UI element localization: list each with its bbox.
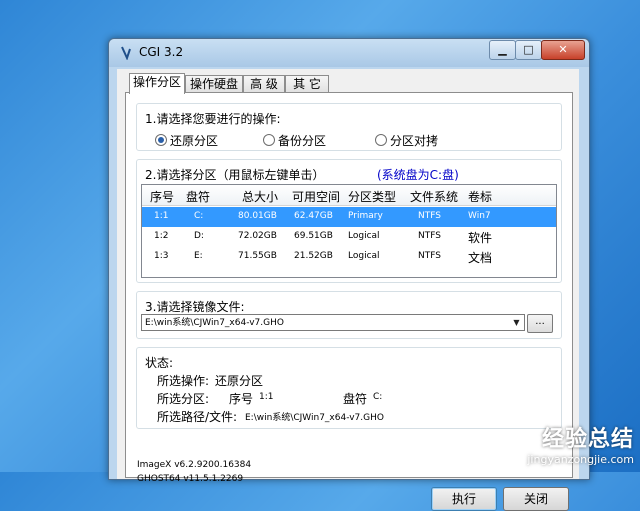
- maximize-button[interactable]: □: [515, 40, 542, 60]
- col-type[interactable]: 分区类型: [348, 188, 396, 205]
- table-row[interactable]: 1:3 E: 71.55GB 21.52GB Logical NTFS 文档: [142, 247, 556, 267]
- cell-fs: NTFS: [418, 251, 441, 261]
- tab-panel: 1.请选择您要进行的操作: 还原分区 备份分区 分区对拷 2.请选择分区（用鼠标…: [125, 92, 573, 478]
- tab-other[interactable]: 其 它: [285, 75, 329, 93]
- cell-label: Win7: [468, 211, 491, 221]
- cell-total: 71.55GB: [238, 251, 277, 261]
- cell-free: 69.51GB: [294, 231, 333, 241]
- list-header: 序号 盘符 总大小 可用空间 分区类型 文件系统 卷标: [142, 185, 556, 206]
- status-group: 状态: 所选操作: 还原分区 所选分区: 序号 1:1 盘符 C: 所选路径/文…: [136, 347, 562, 429]
- title-bar[interactable]: CGI 3.2 ▁ □ ✕: [109, 39, 589, 67]
- cell-index: 1:2: [154, 231, 169, 241]
- col-total[interactable]: 总大小: [242, 188, 278, 205]
- cell-total: 80.01GB: [238, 211, 277, 221]
- cell-drive: D:: [194, 231, 204, 241]
- tab-partition-ops[interactable]: 操作分区: [129, 73, 185, 94]
- status-path-label: 所选路径/文件:: [157, 410, 238, 424]
- client-area: 操作分区 操作硬盘 高 级 其 它 1.请选择您要进行的操作: 还原分区 备份分…: [117, 69, 579, 511]
- browse-button[interactable]: ...: [527, 314, 553, 333]
- image-label: 3.请选择镜像文件:: [145, 300, 245, 314]
- col-index[interactable]: 序号: [150, 188, 174, 205]
- image-path-value: E:\win系统\CJWin7_x64-v7.GHO: [145, 318, 284, 328]
- maximize-icon: □: [523, 43, 534, 56]
- window-title: CGI 3.2: [139, 45, 184, 59]
- cell-free: 21.52GB: [294, 251, 333, 261]
- radio-restore-label: 还原分区: [170, 134, 219, 148]
- minimize-button[interactable]: ▁: [489, 40, 516, 60]
- partition-group: 2.请选择分区（用鼠标左键单击） (系统盘为C:盘) 序号 盘符 总大小 可用空…: [136, 159, 562, 283]
- cell-type: Logical: [348, 251, 380, 261]
- execute-button[interactable]: 执行: [431, 487, 497, 511]
- cell-type: Primary: [348, 211, 383, 221]
- cell-total: 72.02GB: [238, 231, 277, 241]
- cell-fs: NTFS: [418, 211, 441, 221]
- col-fs[interactable]: 文件系统: [410, 188, 458, 205]
- table-row[interactable]: 1:2 D: 72.02GB 69.51GB Logical NTFS 软件: [142, 227, 556, 247]
- cell-index: 1:3: [154, 251, 169, 261]
- tab-disk-ops[interactable]: 操作硬盘: [185, 75, 243, 93]
- status-drive-value: C:: [373, 392, 383, 402]
- app-icon: [121, 46, 131, 60]
- cell-label: 文档: [468, 251, 493, 265]
- tab-advanced[interactable]: 高 级: [243, 75, 285, 93]
- cell-label: 软件: [468, 231, 493, 245]
- image-path-combo[interactable]: E:\win系统\CJWin7_x64-v7.GHO ▼: [141, 314, 525, 331]
- partition-list[interactable]: 序号 盘符 总大小 可用空间 分区类型 文件系统 卷标 1:1 C: 80.01…: [141, 184, 557, 278]
- status-drive-label: 盘符: [343, 392, 368, 406]
- status-index-label: 序号: [229, 392, 254, 406]
- ghost-version: GHOST64 v11.5.1.2269: [137, 474, 244, 484]
- cell-drive: C:: [194, 211, 204, 221]
- operation-group: 1.请选择您要进行的操作: 还原分区 备份分区 分区对拷: [136, 103, 562, 151]
- watermark-logo-text: 经验总结: [541, 427, 634, 452]
- status-path-value: E:\win系统\CJWin7_x64-v7.GHO: [245, 413, 384, 423]
- close-icon: ✕: [558, 43, 568, 56]
- status-index-value: 1:1: [259, 392, 274, 402]
- radio-dot: [375, 134, 387, 146]
- col-label[interactable]: 卷标: [468, 188, 492, 205]
- cell-fs: NTFS: [418, 231, 441, 241]
- dropdown-arrow-icon[interactable]: ▼: [510, 316, 523, 329]
- status-label: 状态:: [145, 356, 174, 370]
- status-part-label: 所选分区:: [157, 392, 210, 406]
- imagex-version: ImageX v6.2.9200.16384: [137, 460, 252, 470]
- col-free[interactable]: 可用空间: [292, 188, 340, 205]
- radio-copy-label: 分区对拷: [390, 134, 439, 148]
- system-disk-note: (系统盘为C:盘): [377, 168, 459, 182]
- table-row[interactable]: 1:1 C: 80.01GB 62.47GB Primary NTFS Win7: [142, 207, 556, 227]
- col-drive[interactable]: 盘符: [186, 188, 210, 205]
- status-op-value: 还原分区: [215, 374, 264, 388]
- cell-index: 1:1: [154, 211, 169, 221]
- cell-drive: E:: [194, 251, 203, 261]
- minimize-icon: ▁: [498, 43, 507, 56]
- watermark-url: jingyanzongjie.com: [527, 453, 634, 466]
- radio-dot-checked: [155, 134, 167, 146]
- cell-free: 62.47GB: [294, 211, 333, 221]
- image-group: 3.请选择镜像文件: E:\win系统\CJWin7_x64-v7.GHO ▼ …: [136, 291, 562, 339]
- radio-backup-label: 备份分区: [278, 134, 327, 148]
- watermark: 经验总结 jingyanzongjie.com: [527, 421, 634, 466]
- cell-type: Logical: [348, 231, 380, 241]
- status-op-label: 所选操作:: [157, 374, 210, 388]
- radio-dot: [263, 134, 275, 146]
- operation-label: 1.请选择您要进行的操作:: [145, 112, 281, 126]
- close-button[interactable]: 关闭: [503, 487, 569, 511]
- close-window-button[interactable]: ✕: [541, 40, 585, 60]
- cgi-window: CGI 3.2 ▁ □ ✕ 操作分区 操作硬盘 高 级 其 它 1.请选择您要进…: [108, 38, 590, 511]
- partition-label: 2.请选择分区（用鼠标左键单击）: [145, 168, 325, 182]
- watermark-logo: 经验总结: [527, 421, 634, 453]
